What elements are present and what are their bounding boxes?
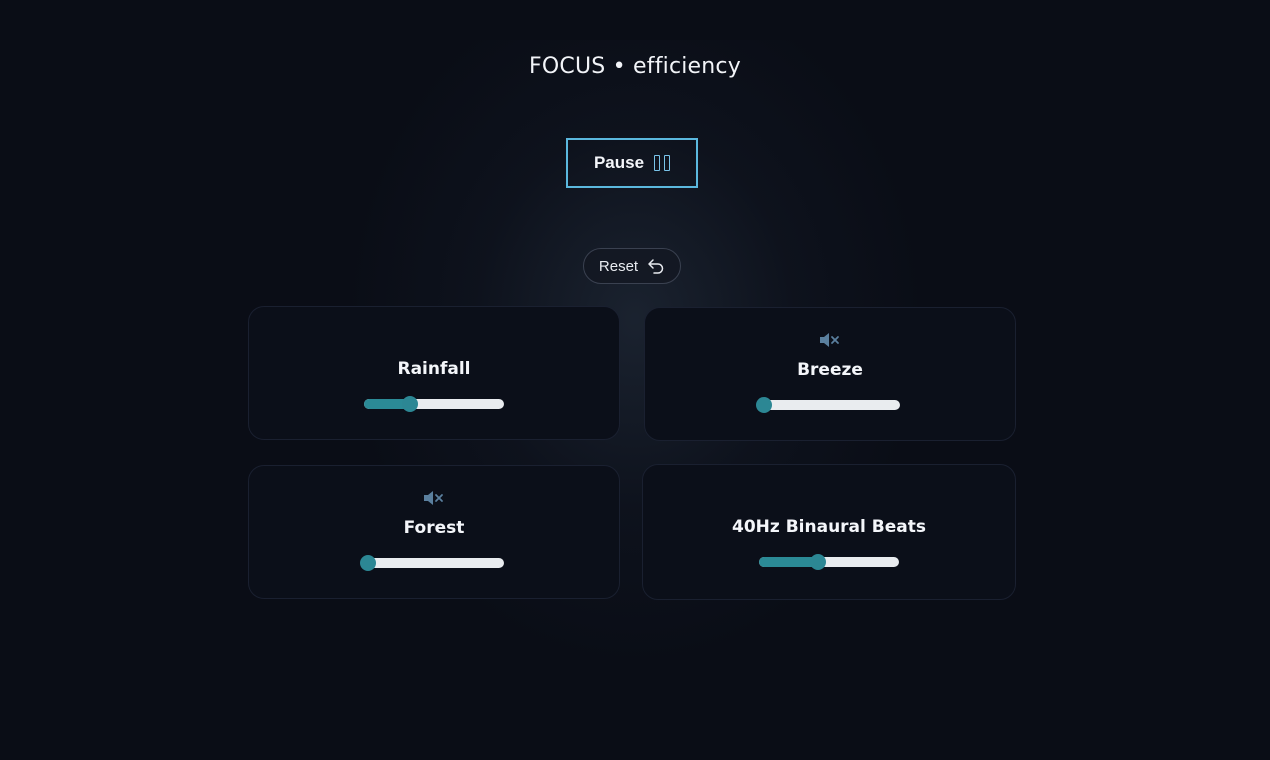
sound-name: Rainfall	[397, 359, 471, 379]
sound-card-breeze[interactable]: Breeze	[644, 307, 1016, 441]
sound-name: Forest	[403, 518, 465, 538]
volume-slider[interactable]	[756, 397, 900, 413]
sound-name: Breeze	[797, 360, 863, 380]
reset-button[interactable]: Reset	[583, 248, 681, 284]
volume-slider[interactable]	[759, 554, 899, 570]
reset-button-label: Reset	[598, 257, 639, 275]
volume-slider[interactable]	[360, 555, 504, 571]
pause-icon	[654, 155, 671, 171]
pause-button-label: Pause	[593, 153, 645, 172]
volume-slider[interactable]	[364, 396, 504, 412]
sound-card-forest[interactable]: Forest	[248, 465, 620, 599]
speaker-muted-icon	[424, 491, 443, 505]
page-title: FOCUS • efficiency	[529, 54, 741, 79]
sound-card-rainfall[interactable]: Rainfall	[248, 306, 620, 440]
volume-slider-fill	[759, 557, 818, 567]
sound-name: 40Hz Binaural Beats	[732, 517, 926, 537]
volume-slider-thumb[interactable]	[402, 396, 419, 412]
volume-slider-thumb[interactable]	[809, 554, 826, 570]
sound-card-binaural-beats[interactable]: 40Hz Binaural Beats	[642, 464, 1016, 600]
pause-button[interactable]: Pause	[566, 138, 698, 188]
volume-slider-thumb[interactable]	[756, 397, 772, 413]
volume-slider-thumb[interactable]	[360, 555, 376, 571]
speaker-muted-icon	[820, 333, 839, 347]
undo-icon	[648, 259, 664, 274]
